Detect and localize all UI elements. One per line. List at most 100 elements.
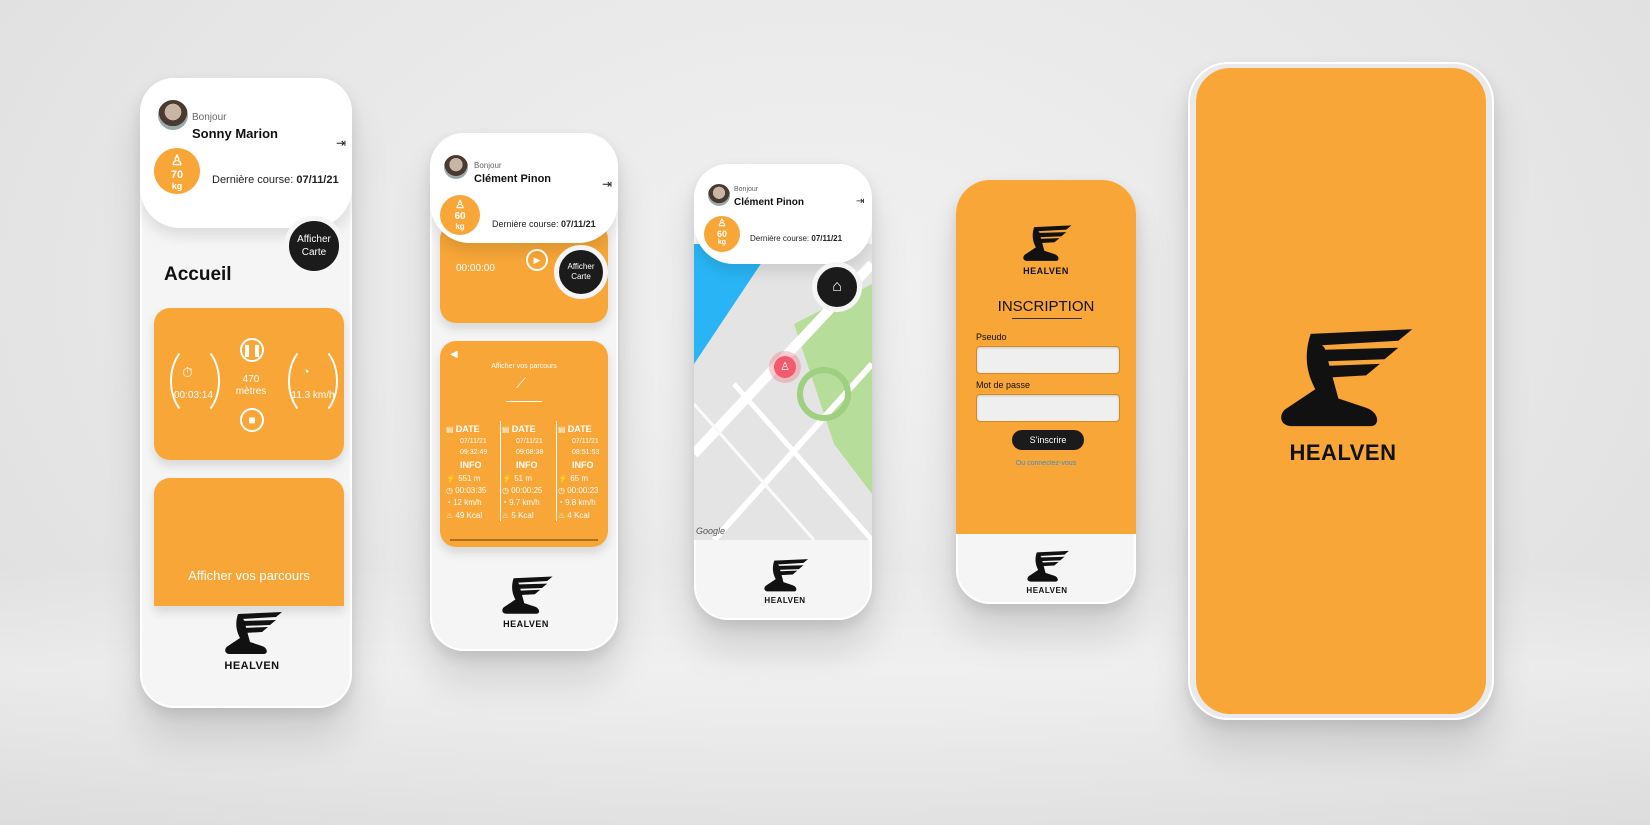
run-duration: 00:00:25 [511, 485, 543, 495]
logout-icon[interactable]: ⇥ [336, 136, 346, 150]
back-chevron-icon[interactable]: ◀ [450, 349, 458, 360]
healven-logo: HEALVEN [1008, 222, 1084, 276]
run-calories: 5 Kcal [511, 510, 534, 520]
greeting: Bonjour [474, 161, 502, 170]
run-date: 07/11/21 [516, 437, 543, 445]
date-header: DATE [455, 424, 480, 434]
brand-name: HEALVEN [1289, 440, 1397, 465]
stop-button[interactable]: ■ [240, 408, 264, 432]
horizontal-scrollbar[interactable] [450, 539, 598, 541]
signup-button[interactable]: S'inscrire [1012, 430, 1084, 450]
page-title: Accueil [164, 264, 232, 285]
healven-logo: HEALVEN [212, 608, 292, 672]
date-header: DATE [511, 424, 536, 434]
logout-icon[interactable]: ⇥ [856, 196, 864, 207]
weight-value: 60 [454, 211, 466, 222]
login-link[interactable]: Ou connectez-vous [956, 460, 1136, 467]
password-input[interactable] [976, 394, 1120, 422]
pseudo-label: Pseudo [976, 332, 1007, 342]
show-map-line1: Afficher [297, 234, 331, 245]
stopwatch-icon: ◷ [446, 485, 453, 495]
winged-shoe-icon [502, 576, 553, 614]
speedometer-icon: ◔ [558, 498, 563, 508]
routes-card[interactable]: Afficher vos parcours [154, 478, 344, 606]
column-divider [500, 421, 501, 521]
home-button[interactable]: ⌂ [812, 262, 862, 312]
show-map-button[interactable]: Afficher Carte [554, 245, 608, 299]
divider [506, 401, 542, 402]
brand-name: HEALVEN [1023, 266, 1069, 276]
run-time: 09:32:49 [460, 448, 488, 456]
location-pin-icon: ♙ [774, 356, 796, 378]
healven-logo: HEALVEN [1248, 320, 1438, 466]
run-speed: 9.8 km/h [565, 498, 596, 508]
map-attribution: Google [696, 526, 726, 536]
trend-chart-icon: ⟋ [516, 375, 526, 391]
runner-icon: ⚡ [558, 473, 568, 483]
winged-shoe-icon [1281, 329, 1413, 427]
last-run-label: Dernière course: [212, 174, 294, 186]
winged-shoe-icon [1027, 550, 1069, 582]
avatar [442, 153, 470, 181]
show-map-line1: Afficher [567, 261, 595, 271]
winged-shoe-icon [1023, 225, 1072, 261]
run-distance: 65 m [570, 473, 588, 483]
signup-title: INSCRIPTION [997, 298, 1095, 315]
weight-badge: ♙ 60 kg [704, 216, 740, 252]
timer-value: 00:00:00 [456, 263, 495, 274]
weight-unit: kg [455, 222, 465, 231]
calendar-icon: ▤ [558, 425, 566, 434]
last-run: Dernière course: 07/11/21 [492, 219, 596, 229]
healven-logo-footer: HEALVEN [1014, 548, 1080, 595]
person-icon: ♙ [717, 218, 727, 229]
flame-icon: ♨ [502, 510, 510, 520]
calendar-icon: ▤ [502, 425, 510, 434]
last-run: Dernière course: 07/11/21 [212, 174, 339, 186]
last-run-label: Dernière course: [492, 219, 559, 229]
run-calories: 4 Kcal [567, 510, 590, 520]
brand-name: HEALVEN [224, 660, 280, 672]
phone-history-screen: 00:00:00 ▶ Bonjour Clément Pinon ⇥ ♙ 60 … [430, 133, 618, 651]
timer-value: 00:03:14 [174, 390, 213, 401]
run-time: 09:08:38 [516, 448, 544, 456]
user-name: Sonny Marion [192, 126, 278, 141]
run-duration: 00:03:35 [455, 485, 487, 495]
run-column-2: ▤ DATE 07/11/21 09:08:38 INFO ⚡ 51 m ◷ 0… [502, 423, 543, 522]
weight-unit: kg [717, 239, 727, 246]
speedometer-icon: ◔ [302, 364, 310, 379]
title-underline [1012, 318, 1082, 319]
avatar [156, 98, 190, 132]
play-button[interactable]: ▶ [526, 249, 548, 271]
last-run-date: 07/11/21 [561, 219, 596, 229]
speed-ring [288, 344, 338, 418]
flame-icon: ♨ [446, 510, 454, 520]
pause-button[interactable]: ❚❚ [240, 338, 264, 362]
run-time: 08:51:53 [572, 448, 600, 456]
last-run-date: 07/11/21 [296, 174, 339, 186]
show-map-line2: Carte [571, 272, 591, 281]
last-run: Dernière course: 07/11/21 [750, 234, 842, 243]
run-duration: 00:00:23 [567, 485, 599, 495]
date-header: DATE [567, 424, 592, 434]
show-map-line2: Carte [301, 247, 327, 258]
stopwatch-icon: ⏱ [182, 364, 193, 380]
avatar [706, 182, 732, 208]
winged-shoe-icon [225, 612, 282, 654]
run-tracker-card: ⏱ 00:03:14 ❚❚ 470 mètres ■ ◔ 11.3 km/h [154, 308, 344, 460]
panel-title: Afficher vos parcours [491, 363, 557, 370]
phone-signup-screen: HEALVEN INSCRIPTION Pseudo Mot de passe … [956, 180, 1136, 604]
stopwatch-icon: ◷ [558, 485, 565, 495]
show-map-button[interactable]: Afficher Carte [284, 216, 344, 276]
run-column-1: ▤ DATE 07/11/21 09:32:49 INFO ⚡ 551 m ◷ … [446, 423, 487, 522]
user-name: Clément Pinon [734, 197, 805, 208]
brand-name: HEALVEN [1026, 586, 1068, 595]
logout-icon[interactable]: ⇥ [602, 177, 612, 191]
calendar-icon: ▤ [446, 425, 454, 434]
greeting: Bonjour [734, 186, 759, 193]
last-run-label: Dernière course: [750, 234, 810, 243]
last-run-date: 07/11/21 [811, 234, 843, 243]
pseudo-input[interactable] [976, 346, 1120, 374]
run-date: 07/11/21 [572, 437, 599, 445]
weight-value: 60 [716, 229, 727, 239]
home-icon: ⌂ [832, 277, 842, 295]
